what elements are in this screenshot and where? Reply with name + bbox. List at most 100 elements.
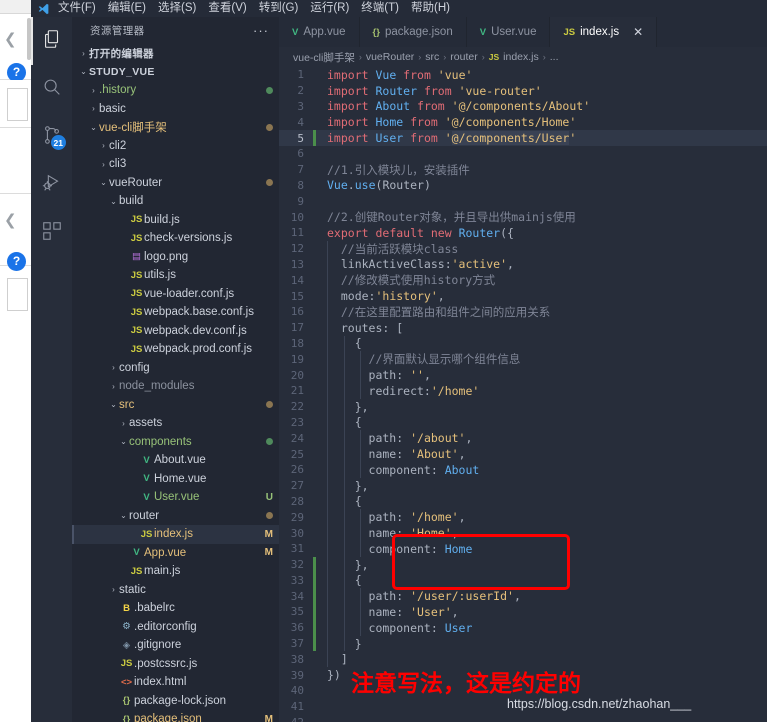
tree-item-static[interactable]: › static	[72, 581, 279, 600]
breadcrumb-segment[interactable]: ...	[550, 51, 559, 63]
breadcrumb-segment[interactable]: vueRouter	[366, 51, 414, 63]
tree-item-main.js[interactable]: JS main.js	[72, 562, 279, 581]
tree-item-logo.png[interactable]: ▤ logo.png	[72, 248, 279, 267]
code-line[interactable]: 20 path: '',	[279, 367, 767, 383]
code-line[interactable]: 23 {	[279, 414, 767, 431]
menu-item-file[interactable]: 文件(F)	[52, 0, 102, 17]
code-line[interactable]: 30 name: 'Home',	[279, 525, 767, 541]
tree-item-utils.js[interactable]: JS utils.js	[72, 266, 279, 285]
help-icon-2[interactable]: ?	[7, 252, 26, 271]
chevron-down-icon[interactable]: ⌄	[108, 400, 119, 409]
tree-item-User.vue[interactable]: V User.vue U	[72, 488, 279, 507]
breadcrumb-segment[interactable]: vue-cli脚手架	[293, 50, 355, 65]
more-actions-icon[interactable]: ···	[253, 24, 269, 37]
code-line[interactable]: 25 name: 'About',	[279, 446, 767, 462]
tree-item-STUDYVUE[interactable]: ⌄ STUDY_VUE	[72, 63, 279, 82]
code-line[interactable]: 34 path: '/user/:userId',	[279, 588, 767, 605]
activity-item-source-control[interactable]: 21	[31, 113, 72, 161]
menu-item-edit[interactable]: 编辑(E)	[102, 0, 152, 17]
chevron-right-icon[interactable]: ›	[108, 585, 119, 594]
tree-item-vue-cli[interactable]: ⌄ vue-cli脚手架	[72, 118, 279, 137]
code-line[interactable]: 13 linkActiveClass:'active',	[279, 256, 767, 273]
breadcrumb-segment[interactable]: index.js	[503, 51, 539, 63]
code-line[interactable]: 7 //1.引入模块儿，安装插件	[279, 162, 767, 178]
tree-item-index.js[interactable]: JS index.js M	[72, 525, 279, 544]
code-line[interactable]: 31 component: Home	[279, 540, 767, 557]
chevron-down-icon[interactable]: ⌄	[88, 123, 99, 132]
tab-packagejson[interactable]: {} package.json	[360, 17, 467, 47]
tree-item-config[interactable]: › config	[72, 359, 279, 378]
tree-item-webpack.dev.conf.js[interactable]: JS webpack.dev.conf.js	[72, 322, 279, 341]
chevron-down-icon[interactable]: ⌄	[118, 511, 129, 520]
code-line[interactable]: 2 import Router from 'vue-router'	[279, 83, 767, 99]
code-editor[interactable]: 1 import Vue from 'vue' 2 import Router fro…	[279, 67, 767, 722]
chevron-right-icon[interactable]: ›	[78, 49, 89, 58]
code-line[interactable]: 35 name: 'User',	[279, 604, 767, 620]
chevron-right-icon[interactable]: ›	[118, 419, 129, 428]
tree-item-.history[interactable]: › .history	[72, 81, 279, 100]
chevron-down-icon[interactable]: ⌄	[108, 197, 119, 206]
code-line[interactable]: 21 redirect:'/home'	[279, 382, 767, 399]
tree-item-build[interactable]: ⌄ build	[72, 192, 279, 211]
tree-item-nodemodules[interactable]: › node_modules	[72, 377, 279, 396]
tree-item-.babelrc[interactable]: B .babelrc	[72, 599, 279, 618]
tree-item-.gitignore[interactable]: ◈ .gitignore	[72, 636, 279, 655]
code-line[interactable]: 10 //2.创键Router对象，并且导出供mainjs使用	[279, 209, 767, 225]
breadcrumb-segment[interactable]: src	[425, 51, 439, 63]
activity-item-extensions[interactable]	[31, 209, 72, 257]
tree-item-router[interactable]: ⌄ router	[72, 507, 279, 526]
tree-item-[interactable]: › 打开的编辑器	[72, 44, 279, 63]
tree-item-Home.vue[interactable]: V Home.vue	[72, 470, 279, 489]
chevron-down-icon[interactable]: ⌄	[78, 67, 89, 76]
tab-Uservue[interactable]: V User.vue	[467, 17, 551, 47]
tree-item-.editorconfig[interactable]: ⚙ .editorconfig	[72, 618, 279, 637]
tree-item-About.vue[interactable]: V About.vue	[72, 451, 279, 470]
chevron-right-icon[interactable]: ›	[108, 363, 119, 372]
code-line[interactable]: 24 path: '/about',	[279, 430, 767, 447]
tab-indexjs[interactable]: JS index.js ✕	[550, 17, 658, 47]
tree-item-package.json[interactable]: {} package.json M	[72, 710, 279, 722]
code-line[interactable]: 28 {	[279, 493, 767, 510]
menu-item-terminal[interactable]: 终端(T)	[355, 0, 405, 17]
tree-item-components[interactable]: ⌄ components	[72, 433, 279, 452]
menu-item-view[interactable]: 查看(V)	[202, 0, 252, 17]
tree-item-cli2[interactable]: › cli2	[72, 137, 279, 156]
code-line[interactable]: 22 },	[279, 398, 767, 415]
close-icon[interactable]: ✕	[633, 25, 643, 39]
code-line[interactable]: 19 //界面默认显示哪个组件信息	[279, 351, 767, 368]
chevron-right-icon[interactable]: ›	[98, 141, 109, 150]
code-line[interactable]: 37 }	[279, 635, 767, 652]
tree-item-package-lock.json[interactable]: {} package-lock.json	[72, 692, 279, 711]
chevron-right-icon[interactable]: ›	[98, 160, 109, 169]
breadcrumb-segment[interactable]: router	[450, 51, 477, 63]
tree-item-check-versions.js[interactable]: JS check-versions.js	[72, 229, 279, 248]
code-line[interactable]: 36 component: User	[279, 619, 767, 636]
code-line[interactable]: 14 //修改模式使用history方式	[279, 272, 767, 289]
chevron-right-icon[interactable]: ›	[108, 382, 119, 391]
code-line[interactable]: 12 //当前活跃模块class	[279, 240, 767, 257]
tree-item-App.vue[interactable]: V App.vue M	[72, 544, 279, 563]
code-line[interactable]: 8 Vue.use(Router)	[279, 178, 767, 194]
tab-Appvue[interactable]: V App.vue	[279, 17, 360, 47]
code-line[interactable]: 26 component: About	[279, 461, 767, 478]
activity-item-run-and-debug[interactable]	[31, 161, 72, 209]
chevron-right-icon[interactable]: ›	[88, 86, 99, 95]
tree-item-vueRouter[interactable]: ⌄ vueRouter	[72, 174, 279, 193]
menu-item-selection[interactable]: 选择(S)	[152, 0, 202, 17]
code-line[interactable]: 11 export default new Router({	[279, 225, 767, 241]
code-line[interactable]: 27 },	[279, 477, 767, 494]
menu-item-run[interactable]: 运行(R)	[304, 0, 355, 17]
code-line[interactable]: 1 import Vue from 'vue'	[279, 67, 767, 83]
chevron-right-icon[interactable]: ›	[88, 104, 99, 113]
tree-item-webpack.prod.conf.js[interactable]: JS webpack.prod.conf.js	[72, 340, 279, 359]
code-line[interactable]: 9	[279, 193, 767, 209]
code-line[interactable]: 32 },	[279, 556, 767, 573]
code-line[interactable]: 17 routes: [	[279, 319, 767, 336]
menu-item-help[interactable]: 帮助(H)	[405, 0, 456, 17]
tree-item-assets[interactable]: › assets	[72, 414, 279, 433]
code-line[interactable]: 33 {	[279, 572, 767, 589]
code-line[interactable]: 6	[279, 146, 767, 162]
activity-item-search[interactable]	[31, 65, 72, 113]
code-line[interactable]: 16 //在这里配置路由和组件之间的应用关系	[279, 303, 767, 320]
chevron-down-icon[interactable]: ⌄	[98, 178, 109, 187]
